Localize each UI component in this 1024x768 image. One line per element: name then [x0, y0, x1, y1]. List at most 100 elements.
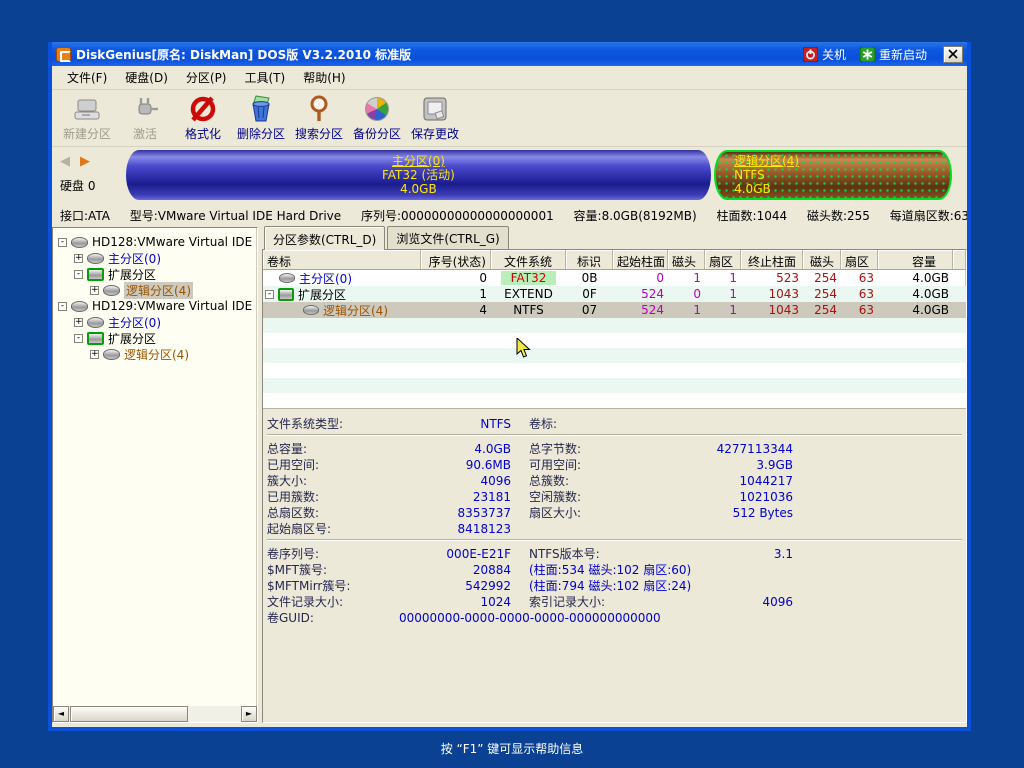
collapse-icon[interactable]: -	[58, 238, 67, 247]
save-changes-icon	[421, 93, 449, 125]
logical-partition-name: 逻辑分区(4)	[734, 154, 799, 168]
save-changes-label: 保存更改	[411, 125, 459, 142]
power-icon	[803, 47, 818, 62]
partition-detail-panel: 分区参数(CTRL_D) 浏览文件(CTRL_G) 卷标 序号(状态) 文件系统…	[262, 227, 967, 723]
diskgenius-window: DiskGenius[原名: DiskMan] DOS版 V3.2.2010 标…	[48, 42, 971, 731]
delete-partition-icon	[247, 93, 275, 125]
header-volume-label[interactable]: 卷标	[263, 250, 421, 269]
table-row-extended-partition[interactable]: - 扩展分区 1 EXTEND 0F 524 0 1 1043 254 63	[263, 286, 966, 302]
backup-partition-label: 备份分区	[353, 125, 401, 142]
collapse-icon[interactable]: -	[74, 334, 83, 343]
table-row-logical-partition[interactable]: 逻辑分区(4) 4 NTFS 07 524 1 1 1043 254 63 4.…	[263, 302, 966, 318]
menu-help[interactable]: 帮助(H)	[294, 66, 354, 89]
disk-label: 硬盘 0	[60, 177, 126, 194]
main-area: - HD128:VMware Virtual IDE H + 主分区(0) - …	[52, 225, 967, 727]
format-button[interactable]: 格式化	[174, 93, 232, 142]
header-capacity[interactable]: 容量	[878, 250, 953, 269]
help-hint-text: 按 “F1” 键可显示帮助信息	[0, 740, 1024, 757]
header-id[interactable]: 标识	[566, 250, 613, 269]
tree-horizontal-scrollbar[interactable]: ◄ ►	[53, 706, 257, 722]
close-button[interactable]	[943, 46, 963, 63]
format-icon	[188, 93, 218, 125]
desktop: DiskGenius[原名: DiskMan] DOS版 V3.2.2010 标…	[0, 0, 1024, 768]
close-icon	[948, 49, 958, 59]
collapse-icon[interactable]: -	[58, 302, 67, 311]
activate-label: 激活	[133, 125, 157, 142]
shutdown-button[interactable]: 关机	[803, 46, 846, 63]
tree-item-hd129-primary[interactable]: + 主分区(0)	[53, 314, 257, 330]
filesystem-badge: FAT32	[501, 271, 557, 285]
table-row-primary-partition[interactable]: 主分区(0) 0 FAT32 0B 0 1 1 523 254 63 4.0GB	[263, 270, 966, 286]
tab-partition-parameters[interactable]: 分区参数(CTRL_D)	[264, 226, 385, 250]
menu-disk[interactable]: 硬盘(D)	[116, 66, 177, 89]
header-filesystem[interactable]: 文件系统	[491, 250, 566, 269]
new-partition-button[interactable]: 新建分区	[58, 93, 116, 142]
scrollbar-thumb[interactable]	[70, 706, 188, 722]
search-partition-button[interactable]: 搜索分区	[290, 93, 348, 142]
backup-partition-button[interactable]: 备份分区	[348, 93, 406, 142]
restart-button[interactable]: 重新启动	[860, 46, 927, 63]
tree-item-hd129-logical[interactable]: + 逻辑分区(4)	[53, 346, 257, 362]
expand-icon[interactable]: +	[90, 286, 99, 295]
partition-cylinders: 主分区(0) FAT32 (活动) 4.0GB 逻辑分区(4) NTFS 4.0…	[126, 150, 952, 200]
primary-partition-fs: FAT32 (活动)	[382, 168, 455, 182]
collapse-icon[interactable]: -	[74, 270, 83, 279]
menu-tools[interactable]: 工具(T)	[236, 66, 295, 89]
disk-interface: 接口:ATA	[60, 209, 110, 223]
tree-item-hd128[interactable]: - HD128:VMware Virtual IDE H	[53, 234, 257, 250]
activate-button[interactable]: 激活	[116, 93, 174, 142]
logical-partition-cylinder[interactable]: 逻辑分区(4) NTFS 4.0GB	[714, 150, 952, 200]
window-title: DiskGenius[原名: DiskMan] DOS版 V3.2.2010 标…	[76, 46, 789, 63]
disk-icon	[71, 237, 88, 248]
header-start-head[interactable]: 磁头	[668, 250, 705, 269]
delete-partition-label: 删除分区	[237, 125, 285, 142]
header-end-head[interactable]: 磁头	[803, 250, 841, 269]
tree-item-hd128-primary[interactable]: + 主分区(0)	[53, 250, 257, 266]
next-disk-arrow-icon[interactable]: ▶	[80, 154, 90, 169]
partition-icon	[279, 273, 295, 283]
menu-partition[interactable]: 分区(P)	[177, 66, 236, 89]
disk-capacity: 容量:8.0GB(8192MB)	[574, 209, 697, 223]
backup-partition-icon	[365, 93, 389, 125]
disk-sectors-per-track: 每道扇区数:63	[890, 209, 967, 223]
scroll-right-arrow-icon[interactable]: ►	[241, 706, 257, 722]
prev-disk-arrow-icon[interactable]: ◀	[60, 154, 70, 169]
restart-icon	[860, 47, 875, 62]
tree-item-hd128-extended[interactable]: - 扩展分区	[53, 266, 257, 282]
header-end-cylinder[interactable]: 终止柱面	[741, 250, 803, 269]
partition-icon	[303, 305, 319, 315]
expand-icon[interactable]: +	[90, 350, 99, 359]
disk-tree-panel: - HD128:VMware Virtual IDE H + 主分区(0) - …	[52, 227, 258, 723]
disk-heads: 磁头数:255	[807, 209, 870, 223]
scroll-left-arrow-icon[interactable]: ◄	[53, 706, 69, 722]
disk-serial: 序列号:00000000000000000001	[361, 209, 554, 223]
delete-partition-button[interactable]: 删除分区	[232, 93, 290, 142]
header-start-sector[interactable]: 扇区	[705, 250, 741, 269]
app-logo-icon	[56, 47, 71, 62]
tab-browse-files[interactable]: 浏览文件(CTRL_G)	[387, 226, 508, 249]
header-end-sector[interactable]: 扇区	[841, 250, 878, 269]
tree-item-hd129[interactable]: - HD129:VMware Virtual IDE H	[53, 298, 257, 314]
menu-file[interactable]: 文件(F)	[58, 66, 116, 89]
extended-partition-icon	[278, 288, 294, 301]
partition-icon	[87, 317, 104, 328]
expand-icon[interactable]: +	[74, 318, 83, 327]
fs-type-label: 文件系统类型:	[267, 415, 399, 432]
restart-label: 重新启动	[879, 46, 927, 63]
disk-icon	[71, 301, 88, 312]
header-filler	[953, 250, 966, 269]
header-start-cylinder[interactable]: 起始柱面	[613, 250, 668, 269]
tabs: 分区参数(CTRL_D) 浏览文件(CTRL_G)	[262, 227, 967, 249]
save-changes-button[interactable]: 保存更改	[406, 93, 464, 142]
scrollbar-track[interactable]	[188, 706, 241, 722]
header-sequence-status[interactable]: 序号(状态)	[421, 250, 491, 269]
logical-partition-size: 4.0GB	[734, 182, 771, 196]
tree-item-hd128-logical[interactable]: + 逻辑分区(4)	[53, 282, 257, 298]
partition-parameters-content: 卷标 序号(状态) 文件系统 标识 起始柱面 磁头 扇区 终止柱面 磁头 扇区 …	[262, 249, 967, 723]
expand-icon[interactable]: +	[74, 254, 83, 263]
tree-item-hd129-extended[interactable]: - 扩展分区	[53, 330, 257, 346]
primary-partition-cylinder[interactable]: 主分区(0) FAT32 (活动) 4.0GB	[126, 150, 711, 200]
disk-model: 型号:VMware Virtual IDE Hard Drive	[130, 209, 341, 223]
collapse-icon[interactable]: -	[265, 290, 274, 299]
new-partition-icon	[73, 93, 101, 125]
